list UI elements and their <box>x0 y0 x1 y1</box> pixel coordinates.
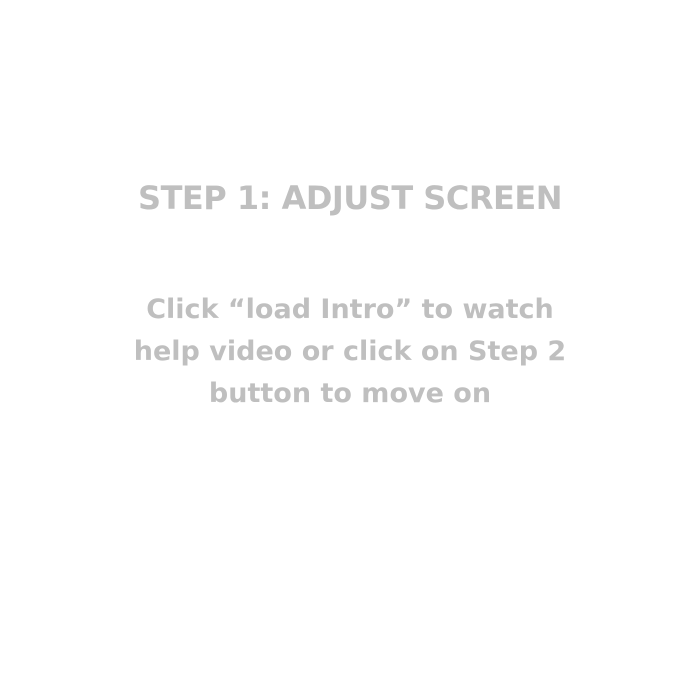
instruction-line: help video or click on Step 2 <box>133 336 567 367</box>
step-title: STEP 1: ADJUST SCREEN <box>138 179 562 217</box>
instruction-line: Click “load Intro” to watch <box>146 294 554 325</box>
instructions-text: Click “load Intro” to watch help video o… <box>0 289 700 415</box>
instruction-line: button to move on <box>208 378 492 409</box>
step-screen: STEP 1: ADJUST SCREEN Click “load Intro”… <box>0 0 700 700</box>
